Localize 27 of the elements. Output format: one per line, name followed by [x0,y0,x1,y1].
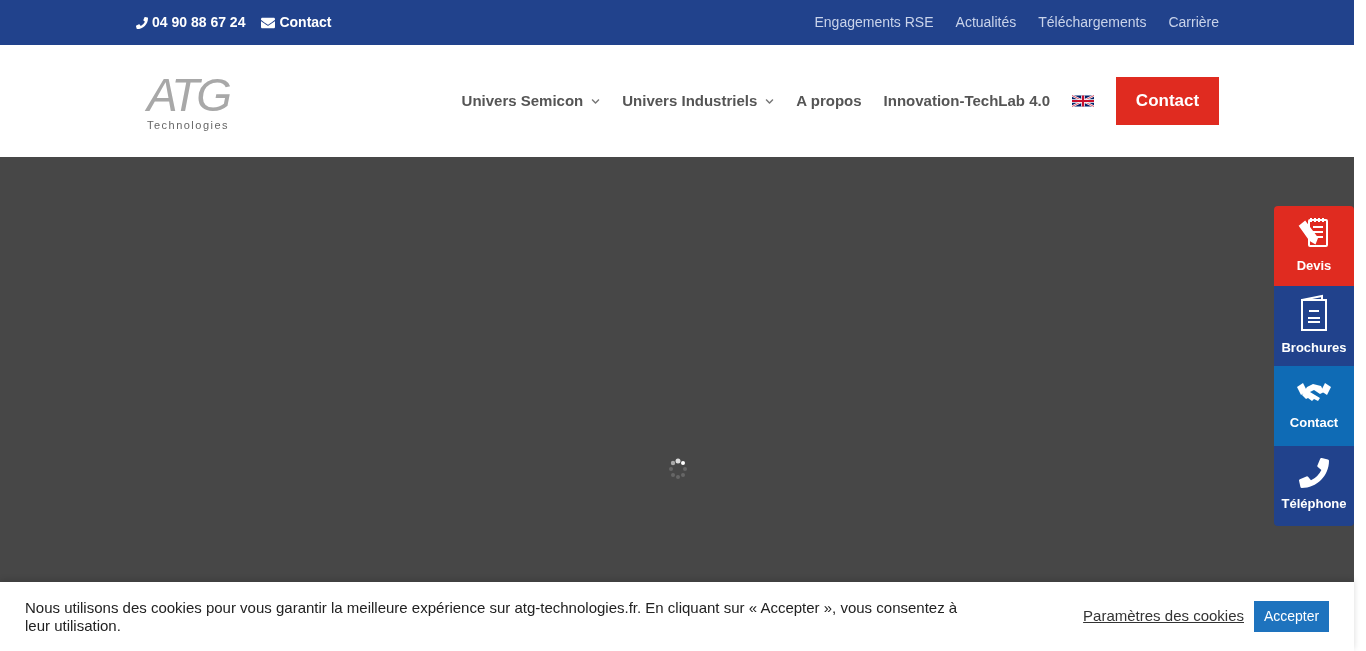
phone-link[interactable]: 04 90 88 67 24 [136,12,246,33]
chevron-down-icon [591,96,601,106]
envelope-icon [261,15,276,30]
nav-item[interactable]: Univers Semicon [461,89,601,113]
flag-icon[interactable] [1072,94,1094,108]
cookie-settings-link[interactable]: Paramètres des cookies [1083,605,1244,628]
nav-item[interactable]: A propos [796,89,862,113]
top-link[interactable]: Téléchargements [1038,12,1147,33]
document-icon [1299,294,1329,333]
side-button[interactable]: Téléphone [1274,446,1354,526]
top-link[interactable]: Carrière [1168,12,1219,33]
loading-spinner-icon [666,457,689,481]
phone-icon [1299,458,1329,489]
accept-button[interactable]: Accepter [1254,601,1329,632]
phone-icon [136,16,148,29]
contact-button[interactable]: Contact [1116,77,1219,125]
top-link[interactable]: Engagements RSE [814,12,934,33]
nav-item[interactable]: Univers Industriels [622,89,775,113]
side-button[interactable]: Devis [1274,206,1354,286]
contact-link[interactable]: Contact [261,12,332,33]
cookie-message: Nous utilisons des cookies pour vous garantir la meilleure expérience sur atg-technologies.fr. En cliquant sur « Accepter », vous consentez à leur utilisation. [25,598,959,635]
chevron-down-icon [765,96,775,106]
nav-item[interactable]: Innovation-TechLab 4.0 [883,89,1050,113]
side-button[interactable]: Brochures [1274,286,1354,366]
top-link[interactable]: Actualités [955,12,1017,33]
side-button[interactable]: Contact [1274,366,1354,446]
logo[interactable]: ATG Technologies [136,68,240,134]
